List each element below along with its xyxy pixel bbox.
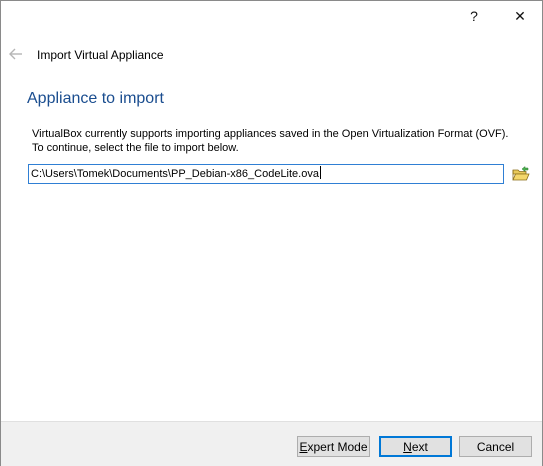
expert-mode-mnemonic: E bbox=[299, 439, 308, 454]
next-button[interactable]: Next bbox=[379, 436, 452, 457]
help-button[interactable]: ? bbox=[452, 1, 496, 31]
back-arrow-icon bbox=[9, 48, 22, 60]
next-mnemonic: N bbox=[403, 439, 412, 454]
close-button[interactable]: ✕ bbox=[498, 1, 542, 31]
wizard-header: Import Virtual Appliance bbox=[1, 41, 542, 71]
file-path-input[interactable]: C:\Users\Tomek\Documents\PP_Debian-x86_C… bbox=[28, 164, 504, 184]
folder-open-icon bbox=[512, 165, 530, 181]
expert-mode-button[interactable]: Expert Mode bbox=[297, 436, 370, 457]
next-label: ext bbox=[411, 439, 428, 454]
title-bar: ? ✕ bbox=[1, 1, 542, 31]
help-icon: ? bbox=[470, 8, 478, 24]
expert-mode-label: xpert Mode bbox=[307, 439, 368, 454]
file-path-value: C:\Users\Tomek\Documents\PP_Debian-x86_C… bbox=[31, 168, 319, 180]
import-appliance-dialog: ? ✕ Import Virtual Appliance Appliance t… bbox=[0, 0, 543, 466]
page-description: VirtualBox currently supports importing … bbox=[32, 128, 509, 154]
cancel-label: Cancel bbox=[476, 439, 515, 454]
close-icon: ✕ bbox=[514, 7, 526, 24]
button-bar: Expert Mode Next Cancel bbox=[1, 421, 542, 466]
browse-file-button[interactable] bbox=[511, 165, 531, 185]
cancel-button[interactable]: Cancel bbox=[459, 436, 532, 457]
wizard-title: Import Virtual Appliance bbox=[37, 48, 164, 62]
page-title: Appliance to import bbox=[27, 90, 164, 107]
back-button[interactable] bbox=[7, 45, 25, 63]
text-caret bbox=[319, 166, 321, 179]
